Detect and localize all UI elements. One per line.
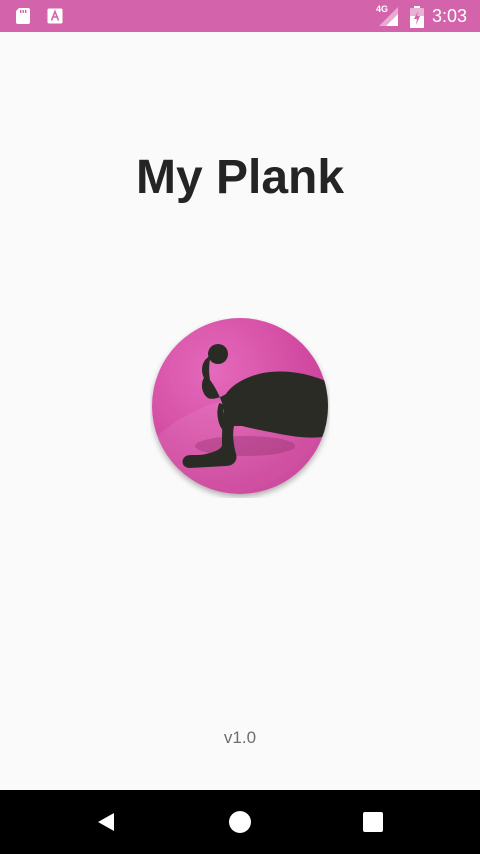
clock: 3:03 xyxy=(432,6,468,26)
keyboard-a-icon xyxy=(47,8,63,24)
signal-strength-icon xyxy=(379,7,398,26)
app-title: My Plank xyxy=(135,151,345,204)
navigation-bar xyxy=(0,790,480,854)
status-bar: 4G 3:03 xyxy=(0,0,480,32)
plank-logo-icon xyxy=(152,318,328,494)
home-icon[interactable] xyxy=(228,810,252,834)
sd-card-icon xyxy=(16,8,30,24)
back-icon[interactable] xyxy=(94,810,118,834)
battery-charging-icon xyxy=(410,6,424,28)
version-label: v1.0 xyxy=(223,728,257,747)
recents-icon[interactable] xyxy=(361,810,385,834)
